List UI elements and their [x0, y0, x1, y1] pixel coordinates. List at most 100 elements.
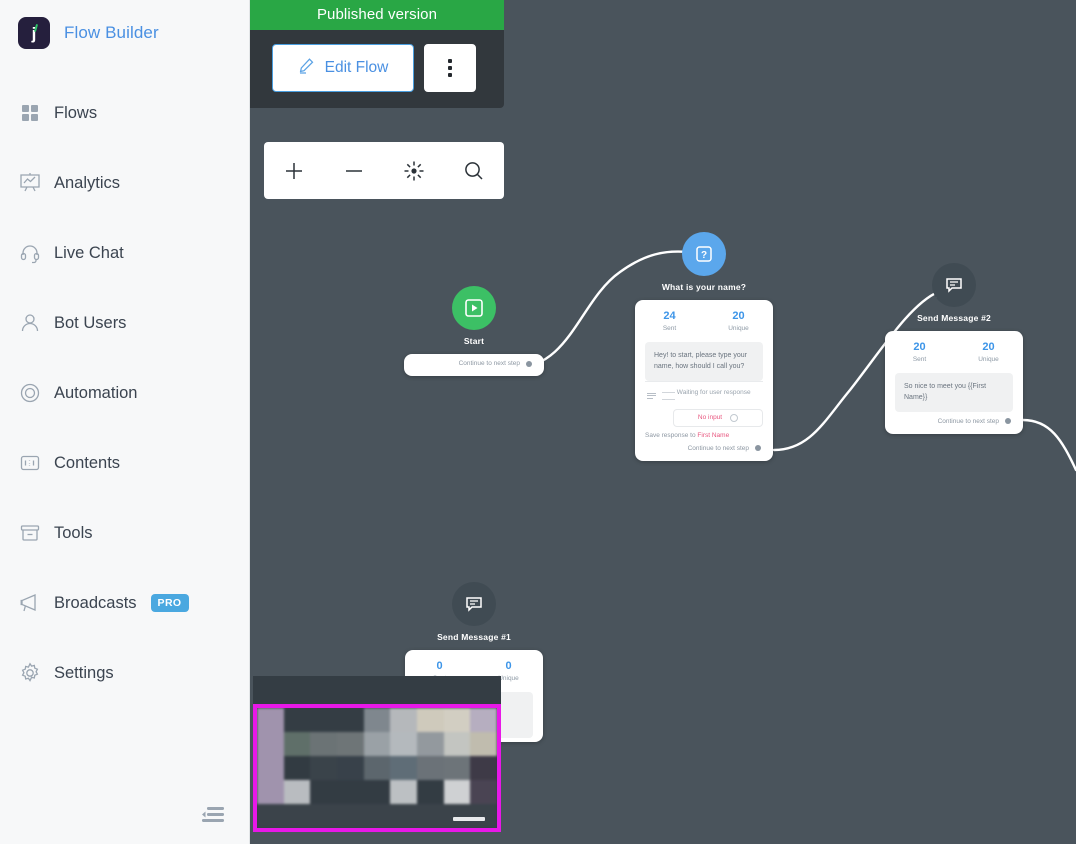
message-text: So nice to meet you {{First Name}} — [895, 373, 1013, 412]
zoom-out-icon[interactable] — [331, 148, 377, 194]
fit-view-icon[interactable] — [391, 148, 437, 194]
connector-dot-icon[interactable] — [526, 360, 532, 367]
published-version-banner: Published version — [250, 0, 504, 30]
node-stats: 20 Sent 20 Unique — [885, 331, 1023, 369]
redacted-region[interactable] — [253, 704, 501, 832]
stat-label: Unique — [728, 325, 749, 333]
presentation-chart-icon — [10, 172, 50, 194]
sidebar-nav: Flows Analytics Live Chat Bot Users Auto… — [0, 78, 249, 708]
connector-dot-icon[interactable] — [1005, 418, 1011, 425]
sidebar-item-label: Analytics — [54, 173, 121, 192]
zoom-in-icon[interactable] — [271, 148, 317, 194]
app-logo-letter: j — [31, 23, 37, 43]
sidebar-item-settings[interactable]: Settings — [0, 638, 249, 708]
save-response-value: First Name — [697, 431, 730, 439]
node-title: Send Message #2 — [917, 313, 991, 323]
megaphone-icon — [10, 592, 50, 614]
app-logo-icon: j — [18, 17, 50, 49]
stat-value: 20 — [732, 310, 745, 322]
sidebar-item-broadcasts[interactable]: Broadcasts PRO — [0, 568, 249, 638]
sidebar-item-label: Automation — [54, 383, 138, 402]
continue-row[interactable]: Continue to next step — [885, 412, 1023, 434]
grid-icon — [10, 103, 50, 123]
save-response-prefix: Save response to — [645, 431, 696, 439]
sidebar: j Flow Builder Flows Analytics Live Chat… — [0, 0, 250, 844]
stat-value: 20 — [913, 341, 926, 353]
stat-unique: 20 Unique — [704, 310, 773, 332]
target-circle-icon — [10, 382, 50, 404]
user-icon — [10, 312, 50, 334]
stat-value: 20 — [982, 341, 995, 353]
node-title: Start — [463, 336, 485, 346]
sidebar-item-label: Contents — [54, 453, 121, 472]
stat-value: 0 — [436, 660, 443, 672]
flow-node-start[interactable]: Start Continue to next step — [404, 286, 544, 376]
brand[interactable]: j Flow Builder — [0, 0, 249, 52]
flow-builder-app: j Flow Builder Flows Analytics Live Chat… — [0, 0, 1076, 844]
stat-value: 0 — [505, 660, 512, 672]
sidebar-item-label: Tools — [54, 523, 93, 542]
question-mark-icon: ? — [682, 232, 726, 276]
play-icon — [452, 286, 496, 330]
stat-sent: 24 Sent — [635, 310, 704, 332]
continue-row[interactable]: Continue to next step — [404, 354, 544, 376]
sidebar-item-label: Bot Users — [54, 313, 127, 332]
search-icon[interactable] — [451, 148, 497, 194]
sidebar-item-label: Flows — [54, 103, 98, 122]
waiting-row: —— Waiting for user response —— — [645, 380, 763, 407]
node-card[interactable]: Continue to next step — [404, 354, 544, 376]
chat-bubble-icon — [932, 263, 976, 307]
stat-label: Sent — [662, 325, 677, 333]
sidebar-item-automation[interactable]: Automation — [0, 358, 249, 428]
svg-text:?: ? — [701, 250, 707, 261]
sidebar-item-analytics[interactable]: Analytics — [0, 148, 249, 218]
node-card[interactable]: 24 Sent 20 Unique Hey! to start, please … — [635, 300, 773, 461]
no-input-chip[interactable]: No input — [673, 408, 763, 427]
no-input-label: No input — [697, 414, 723, 422]
sidebar-item-label: Settings — [54, 663, 114, 682]
sidebar-item-live-chat[interactable]: Live Chat — [0, 218, 249, 288]
redacted-pixels — [257, 708, 497, 828]
connector-dot-icon[interactable] — [755, 445, 761, 452]
edit-flow-button[interactable]: Edit Flow — [272, 44, 414, 92]
sidebar-item-contents[interactable]: Contents — [0, 428, 249, 498]
panel-actions: Edit Flow — [250, 30, 504, 108]
stat-sent: 20 Sent — [885, 341, 954, 363]
node-title: What is your name? — [661, 282, 747, 292]
stat-label: Sent — [912, 356, 927, 364]
toolbox-icon — [10, 522, 50, 544]
more-options-button[interactable] — [424, 44, 476, 92]
sidebar-item-label: Broadcasts — [54, 593, 137, 612]
flow-top-panel: Published version Edit Flow — [250, 0, 504, 108]
node-title: Send Message #1 — [437, 632, 511, 642]
gear-icon — [10, 662, 50, 684]
sidebar-item-flows[interactable]: Flows — [0, 78, 249, 148]
sidebar-item-bot-users[interactable]: Bot Users — [0, 288, 249, 358]
stat-label: Unique — [978, 356, 999, 364]
continue-label: Continue to next step — [937, 417, 999, 425]
save-response-row: Save response to First Name — [645, 432, 763, 439]
redacted-backdrop — [253, 676, 501, 704]
page-title: Flow Builder — [64, 23, 159, 42]
waiting-label: —— Waiting for user response —— — [662, 388, 751, 403]
flow-node-question[interactable]: ? What is your name? 24 Sent 20 Unique H… — [635, 232, 773, 461]
content-panel-icon — [10, 452, 50, 474]
redacted-scroll-indicator — [453, 817, 485, 821]
node-card[interactable]: 20 Sent 20 Unique So nice to meet you {{… — [885, 331, 1023, 434]
connector-dot-icon[interactable] — [730, 413, 739, 422]
node-stats: 24 Sent 20 Unique — [635, 300, 773, 338]
continue-label: Continue to next step — [458, 360, 520, 367]
zoom-toolbar — [264, 142, 504, 199]
more-vertical-icon — [448, 59, 452, 77]
sidebar-item-tools[interactable]: Tools — [0, 498, 249, 568]
sidebar-item-label: Live Chat — [54, 243, 124, 262]
pencil-icon — [298, 57, 315, 79]
stat-unique: 20 Unique — [954, 341, 1023, 363]
list-lines-icon — [647, 392, 656, 399]
message-text: Hey! to start, please type your name, ho… — [645, 342, 763, 381]
continue-row[interactable]: Continue to next step — [635, 439, 773, 461]
edit-flow-label: Edit Flow — [324, 59, 389, 76]
headset-icon — [10, 242, 50, 264]
collapse-sidebar-icon[interactable] — [198, 802, 228, 828]
flow-node-send-message-2[interactable]: Send Message #2 20 Sent 20 Unique So nic… — [885, 263, 1023, 434]
